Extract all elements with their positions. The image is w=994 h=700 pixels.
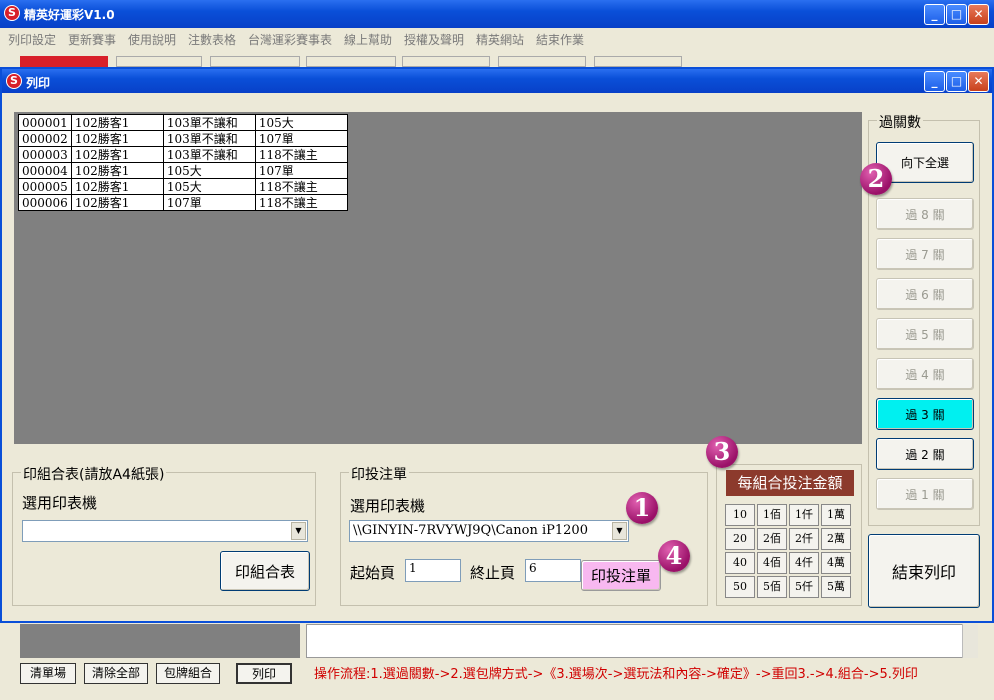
- toolbar-button[interactable]: [498, 56, 586, 67]
- background-list-panel: [20, 624, 300, 658]
- table-row: 000001 102勝客1 103單不讓和 105大: [18, 114, 348, 131]
- step-2-badge: 2: [860, 163, 892, 195]
- menu-exit[interactable]: 結束作業: [536, 31, 584, 48]
- start-page-input[interactable]: 1: [405, 559, 461, 582]
- menu-update-events[interactable]: 更新賽事: [68, 31, 116, 48]
- table-row: 000005 102勝客1 105大 118不讓主: [18, 178, 348, 195]
- scrollbar[interactable]: [962, 624, 978, 658]
- menubar: 列印設定 更新賽事 使用說明 注數表格 台灣運彩賽事表 線上幫助 授權及聲明 精…: [0, 28, 994, 48]
- package-combo-button[interactable]: 包牌組合: [156, 663, 220, 684]
- instructions-text: 操作流程:1.選過關數->2.選包牌方式->《3.選場次->選玩法和內容->確定…: [314, 667, 918, 682]
- amount-option-button[interactable]: 4萬: [821, 552, 851, 574]
- amount-option-button[interactable]: 5仟: [789, 576, 819, 598]
- amount-option-button[interactable]: 2萬: [821, 528, 851, 550]
- toolbar-button[interactable]: [402, 56, 490, 67]
- amount-option-button[interactable]: 5佰: [757, 576, 787, 598]
- table-row: 000003 102勝客1 103單不讓和 118不讓主: [18, 146, 348, 163]
- toolbar-button[interactable]: [116, 56, 202, 67]
- step-4-badge: 4: [658, 540, 690, 572]
- step-1-badge: 1: [626, 492, 658, 524]
- bet-print-label: 印投注單: [349, 464, 409, 484]
- table-row: 000004 102勝客1 105大 107單: [18, 162, 348, 179]
- amount-option-button[interactable]: 4佰: [757, 552, 787, 574]
- menu-usage-guide[interactable]: 使用說明: [128, 31, 176, 48]
- toolbar-logo: [20, 56, 108, 67]
- toolbar-button[interactable]: [306, 56, 396, 67]
- toolbar-button[interactable]: [594, 56, 682, 67]
- step-3-badge: 3: [706, 436, 738, 468]
- amount-option-button[interactable]: 40: [725, 552, 755, 574]
- minimize-icon[interactable]: _: [924, 4, 945, 25]
- parlay-level-5-button[interactable]: 過 5 關: [876, 318, 974, 350]
- clear-all-button[interactable]: 清除全部: [84, 663, 148, 684]
- parlay-level-8-button[interactable]: 過 8 關: [876, 198, 974, 230]
- amount-option-button[interactable]: 20: [725, 528, 755, 550]
- table-row: 000006 102勝客1 107單 118不讓主: [18, 194, 348, 211]
- dialog-title: 列印: [26, 76, 51, 90]
- chevron-down-icon[interactable]: ▼: [612, 522, 627, 540]
- amount-title: 每組合投注金額: [726, 470, 854, 496]
- end-page-input[interactable]: 6: [525, 559, 581, 582]
- close-icon[interactable]: ✕: [968, 4, 989, 25]
- parlay-label: 過關數: [877, 112, 923, 132]
- menu-event-schedule[interactable]: 台灣運彩賽事表: [248, 31, 332, 48]
- print-button[interactable]: 列印: [236, 663, 292, 684]
- app-titlebar: S 精英好運彩V1.0 _ □ ✕: [0, 0, 994, 28]
- table-row: 000002 102勝客1 103單不讓和 107單: [18, 130, 348, 147]
- close-print-button[interactable]: 結束列印: [868, 534, 980, 608]
- print-combo-button[interactable]: 印組合表: [220, 551, 310, 591]
- dialog-maximize-icon[interactable]: □: [946, 71, 967, 92]
- clear-match-button[interactable]: 清單場: [20, 663, 76, 684]
- dialog-logo-icon: S: [6, 73, 22, 89]
- toolbar-button[interactable]: [210, 56, 300, 67]
- amount-option-button[interactable]: 10: [725, 504, 755, 526]
- dialog-titlebar: S 列印 _ □ ✕: [2, 69, 992, 93]
- bet-printer-select[interactable]: \\GINYIN-7RVYWJ9Q\Canon iP1200 ▼: [349, 520, 629, 542]
- parlay-level-2-button[interactable]: 過 2 關: [876, 438, 974, 470]
- combo-print-label: 印組合表(請放A4紙張): [21, 464, 167, 484]
- bets-table: 000001 102勝客1 103單不讓和 105大 000002 102勝客1…: [18, 114, 348, 211]
- amount-option-button[interactable]: 1萬: [821, 504, 851, 526]
- app-title: 精英好運彩V1.0: [24, 8, 115, 22]
- amount-option-button[interactable]: 4仟: [789, 552, 819, 574]
- amount-option-button[interactable]: 1佰: [757, 504, 787, 526]
- bet-printer-value: \\GINYIN-7RVYWJ9Q\Canon iP1200: [353, 523, 588, 538]
- menu-license[interactable]: 授權及聲明: [404, 31, 464, 48]
- print-bet-slip-button[interactable]: 印投注單: [581, 560, 661, 591]
- parlay-level-6-button[interactable]: 過 6 關: [876, 278, 974, 310]
- amount-option-button[interactable]: 2佰: [757, 528, 787, 550]
- amount-option-button[interactable]: 5萬: [821, 576, 851, 598]
- app-logo-icon: S: [4, 5, 20, 21]
- combo-printer-select[interactable]: ▼: [22, 520, 308, 542]
- parlay-level-1-button[interactable]: 過 1 關: [876, 478, 974, 510]
- amount-option-button[interactable]: 1仟: [789, 504, 819, 526]
- menu-print-settings[interactable]: 列印設定: [8, 31, 56, 48]
- dialog-minimize-icon[interactable]: _: [924, 71, 945, 92]
- chevron-down-icon[interactable]: ▼: [291, 522, 306, 540]
- maximize-icon[interactable]: □: [946, 4, 967, 25]
- parlay-level-7-button[interactable]: 過 7 關: [876, 238, 974, 270]
- dialog-close-icon[interactable]: ✕: [968, 71, 989, 92]
- start-page-label: 起始頁: [350, 564, 396, 582]
- amount-option-button[interactable]: 50: [725, 576, 755, 598]
- bet-printer-label: 選用印表機: [350, 497, 426, 515]
- menu-bet-tables[interactable]: 注數表格: [188, 31, 236, 48]
- amount-option-button[interactable]: 2仟: [789, 528, 819, 550]
- combo-printer-label: 選用印表機: [22, 494, 98, 512]
- toolbar-strip: [0, 48, 994, 67]
- menu-online-help[interactable]: 線上幫助: [344, 31, 392, 48]
- parlay-level-3-button[interactable]: 過 3 關: [876, 398, 974, 430]
- parlay-level-4-button[interactable]: 過 4 關: [876, 358, 974, 390]
- menu-website[interactable]: 精英網站: [476, 31, 524, 48]
- background-content-panel: [306, 624, 978, 658]
- end-page-label: 終止頁: [470, 564, 516, 582]
